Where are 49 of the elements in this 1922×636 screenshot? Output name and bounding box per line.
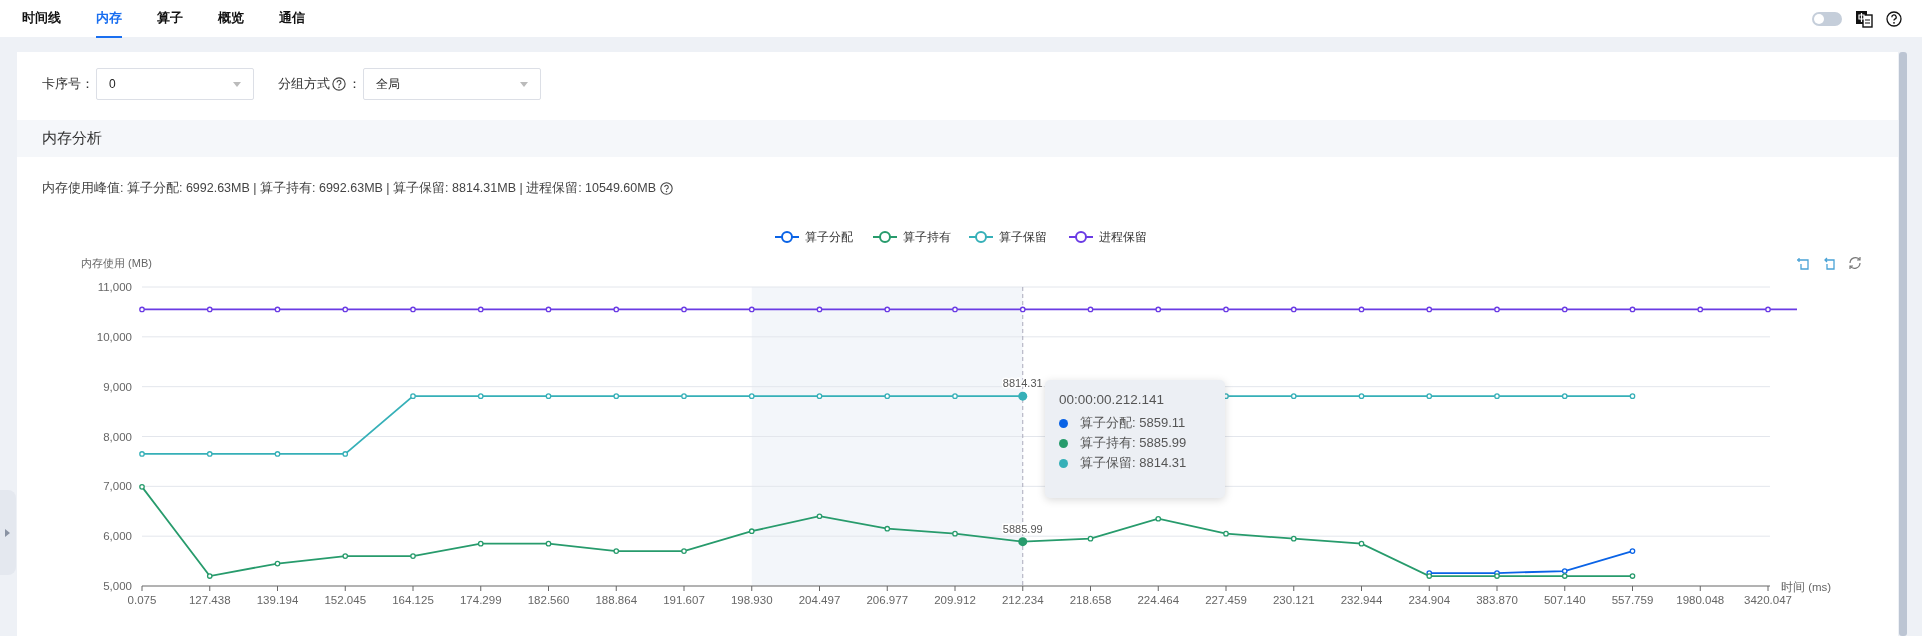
tooltip-title: 00:00:00.212.141: [1059, 391, 1166, 409]
x-axis-label: 383.870: [1476, 594, 1518, 606]
y-axis-label: 11,000: [97, 281, 132, 293]
x-axis-label: 3420.047: [1744, 594, 1792, 606]
y-axis-label: 9,000: [103, 380, 132, 393]
x-axis-label: 127.438: [188, 594, 231, 606]
tooltip-value: 算子保留: 8814.31: [1080, 454, 1187, 473]
y-axis-label: 6,000: [103, 530, 132, 543]
x-axis-label: 182.560: [527, 594, 570, 606]
legend-label: 算子分配: [805, 231, 853, 243]
y-axis-label: 5,000: [103, 580, 132, 592]
y-axis-label: 8,000: [103, 430, 132, 443]
legend-label: 算子保留: [999, 231, 1047, 243]
x-axis-label: 139.194: [256, 594, 299, 606]
peak-memory-summary: 内存使用峰值: 算子分配: 6992.63MB | 算子持有: 6992.63MB | 算子保留: 8814.31MB | 进程保留: 10549.60MB: [42, 180, 656, 197]
x-axis-label: 234.904: [1408, 594, 1451, 606]
x-axis-label: 188.864: [595, 594, 638, 606]
x-axis-label: 198.930: [730, 594, 773, 606]
x-axis-label: 204.497: [798, 594, 841, 606]
filter-label: ：: [348, 75, 361, 94]
x-axis-label: 164.125: [392, 594, 434, 606]
x-axis-label: 507.140: [1543, 594, 1586, 606]
legend-label: 进程保留: [1099, 231, 1147, 243]
x-axis-label: 224.464: [1137, 594, 1180, 606]
x-axis-label: 232.944: [1340, 594, 1383, 606]
tooltip-value: 算子分配: 5859.11: [1080, 414, 1186, 433]
tooltip-value: 算子持有: 5885.99: [1080, 434, 1187, 453]
x-axis-label: 0.075: [127, 594, 157, 606]
filter-label: 卡序号：: [42, 75, 94, 94]
x-axis-label: 230.121: [1272, 594, 1315, 606]
section-title: 内存分析: [42, 128, 102, 149]
x-axis-label: 152.045: [324, 594, 367, 606]
data-label: 5885.99: [1002, 522, 1043, 535]
filter-label: 分组方式: [278, 75, 330, 94]
legend-label: 算子持有: [903, 231, 951, 243]
x-axis-title: 时间 (ms): [1781, 581, 1832, 593]
x-axis-label: 209.912: [934, 594, 976, 606]
y-axis-label: 7,000: [103, 480, 132, 493]
x-axis-label: 227.459: [1205, 594, 1247, 606]
x-axis-label: 1980.048: [1676, 594, 1725, 606]
x-axis-label: 557.759: [1611, 594, 1654, 606]
x-axis-label: 206.977: [866, 594, 909, 606]
x-axis-label: 218.658: [1069, 594, 1112, 606]
data-label: 8814.31: [1002, 377, 1043, 390]
y-axis-label: 10,000: [96, 330, 132, 343]
x-axis-label: 212.234: [1001, 594, 1044, 606]
y-axis-title: 内存使用 (MB): [81, 257, 152, 269]
x-axis-label: 174.299: [459, 594, 502, 606]
x-axis-label: 191.607: [663, 594, 705, 606]
